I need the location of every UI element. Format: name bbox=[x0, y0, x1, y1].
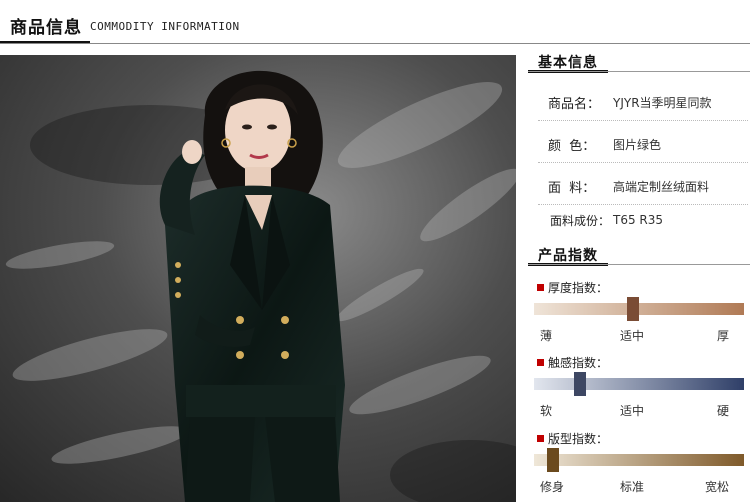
page-title: 商品信息 bbox=[10, 18, 82, 38]
basic-info-title: 基本信息 bbox=[538, 55, 598, 71]
product-index-title: 产品指数 bbox=[538, 248, 598, 264]
index-slider-handle bbox=[574, 372, 587, 396]
info-row-name: 商品名： YJYR当季明星同款 bbox=[528, 81, 750, 121]
thickness-index: 厚度指数： 薄 适中 厚 bbox=[528, 279, 750, 349]
info-label: 面 料： bbox=[548, 181, 596, 196]
index-track bbox=[534, 454, 744, 466]
product-index-header: 产品指数 bbox=[528, 241, 750, 267]
index-slider-handle bbox=[546, 448, 559, 472]
page-subtitle: COMMODITY INFORMATION bbox=[90, 20, 240, 33]
info-row-composition: 面料成份： T65 R35 bbox=[528, 200, 750, 240]
product-index-divider bbox=[528, 264, 750, 265]
index-name: 触感指数： bbox=[548, 356, 609, 370]
index-marker-icon bbox=[537, 359, 544, 366]
index-tick-low: 修身 bbox=[540, 480, 565, 494]
index-marker-icon bbox=[537, 284, 544, 291]
index-tick-high: 硬 bbox=[717, 404, 730, 418]
index-tick-low: 软 bbox=[540, 404, 553, 418]
info-value: T65 R35 bbox=[613, 213, 664, 227]
row-divider bbox=[538, 162, 748, 163]
info-panel: 基本信息 商品名： YJYR当季明星同款 颜 色： 图片绿色 面 料： 高端定制… bbox=[528, 48, 750, 502]
index-name: 厚度指数： bbox=[548, 281, 609, 295]
info-value: 高端定制丝绒面料 bbox=[613, 180, 710, 194]
index-tick-mid: 标准 bbox=[620, 480, 645, 494]
model-photo-icon bbox=[0, 55, 516, 502]
info-label: 颜 色： bbox=[548, 139, 596, 154]
fit-index: 版型指数： 修身 标准 宽松 bbox=[528, 430, 750, 500]
index-tick-low: 薄 bbox=[540, 329, 553, 343]
info-value: YJYR当季明星同款 bbox=[613, 96, 712, 110]
basic-info-divider bbox=[528, 71, 750, 72]
basic-info-header: 基本信息 bbox=[528, 48, 750, 74]
index-name: 版型指数： bbox=[548, 432, 609, 446]
index-tick-mid: 适中 bbox=[620, 329, 645, 343]
header-divider bbox=[0, 43, 750, 44]
index-track bbox=[534, 378, 744, 390]
row-divider bbox=[538, 120, 748, 121]
index-marker-icon bbox=[537, 435, 544, 442]
index-tick-mid: 适中 bbox=[620, 404, 645, 418]
info-row-color: 颜 色： 图片绿色 bbox=[528, 123, 750, 163]
product-photo bbox=[0, 55, 516, 502]
index-track bbox=[534, 303, 744, 315]
index-tick-high: 厚 bbox=[717, 329, 730, 343]
touch-index: 触感指数： 软 适中 硬 bbox=[528, 354, 750, 424]
info-value: 图片绿色 bbox=[613, 138, 662, 152]
info-label: 商品名： bbox=[548, 97, 601, 112]
info-row-fabric: 面 料： 高端定制丝绒面料 bbox=[528, 165, 750, 205]
index-tick-high: 宽松 bbox=[705, 480, 730, 494]
page-header: 商品信息 COMMODITY INFORMATION bbox=[0, 0, 750, 45]
index-slider-handle bbox=[626, 297, 639, 321]
info-label: 面料成份： bbox=[550, 214, 611, 228]
